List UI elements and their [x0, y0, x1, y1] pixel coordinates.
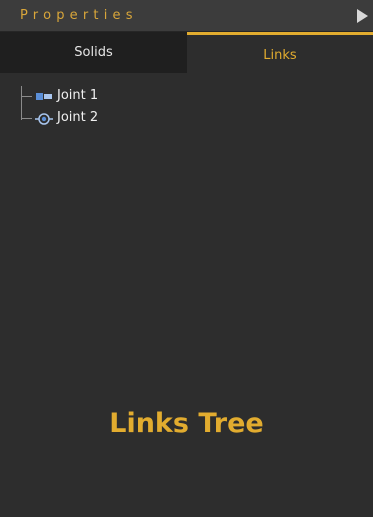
tree-item-joint-2[interactable]: Joint 2	[0, 108, 200, 128]
revolute-joint-icon	[35, 111, 53, 125]
tab-bar: Solids Links	[0, 32, 373, 73]
panel-title: Properties	[20, 8, 138, 23]
tab-label: Solids	[74, 45, 113, 60]
tab-links[interactable]: Links	[187, 32, 373, 73]
panel-header: Properties	[0, 0, 373, 32]
prismatic-joint-icon	[35, 89, 53, 103]
tab-solids[interactable]: Solids	[0, 32, 187, 73]
tree-item-label: Joint 2	[57, 110, 99, 125]
links-tree-caption: Links Tree	[109, 408, 264, 439]
tree-item-joint-1[interactable]: Joint 1	[0, 86, 200, 106]
properties-panel: Properties Solids Links Joint 1 Joint 2 …	[0, 0, 373, 517]
tree-branch-line	[21, 96, 32, 97]
tree-branch-line	[21, 118, 32, 119]
triangle-right-icon[interactable]	[355, 8, 369, 24]
tree-item-label: Joint 1	[57, 88, 99, 103]
tab-label: Links	[263, 48, 297, 63]
